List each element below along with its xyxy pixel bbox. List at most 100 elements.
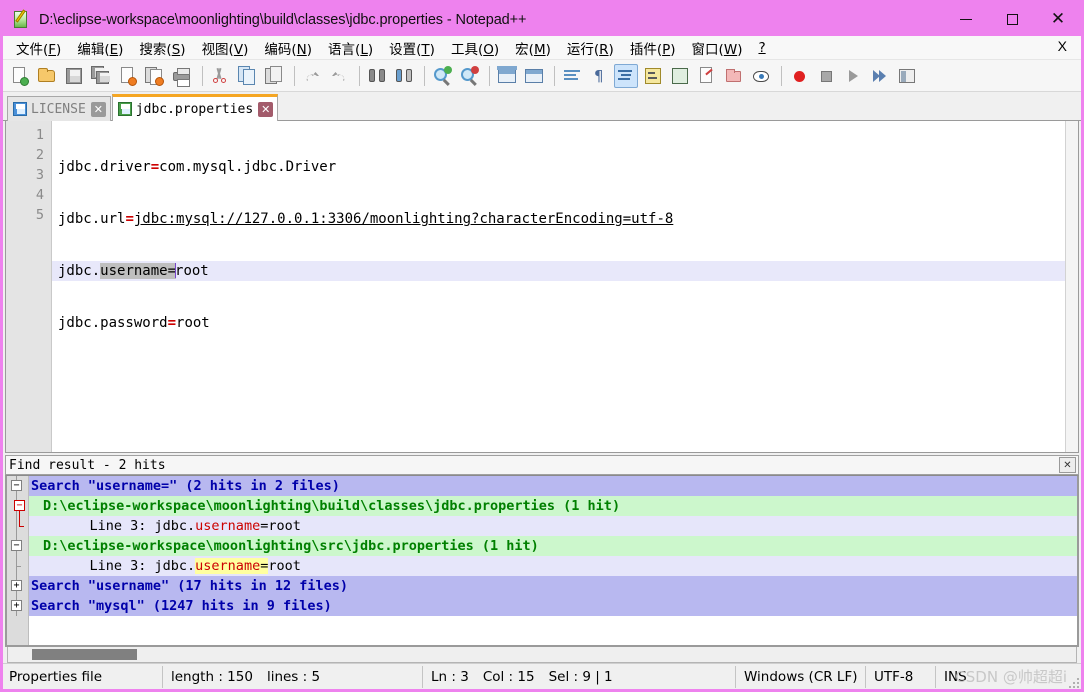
menu-language[interactable]: 语言(L) [321,36,380,60]
close-file-icon [118,66,138,86]
close-document-button[interactable]: X [1052,38,1073,54]
menu-plugins[interactable]: 插件(P) [623,36,683,60]
editor-vertical-scrollbar[interactable] [1065,121,1078,452]
code-line-5[interactable] [52,365,1078,385]
menu-window[interactable]: 窗口(W) [685,36,750,60]
code-line-4[interactable]: jdbc.password=root [52,313,1078,333]
status-sel: Sel : 9 | 1 [548,668,613,685]
hit-suffix: root [268,518,301,534]
stop-macro-icon [816,66,836,86]
save-macro-button[interactable] [895,64,919,88]
monitoring-button[interactable] [749,64,773,88]
menu-help[interactable]: ? [751,38,772,58]
find-search-group[interactable]: Search "mysql" (1247 hits in 9 files) [29,596,1077,616]
user-define-dialog-icon [643,66,663,86]
menu-search[interactable]: 搜索(S) [132,36,192,60]
menu-file[interactable]: 文件(F) [9,36,68,60]
code-text-area[interactable]: jdbc.driver=com.mysql.jdbc.Driver jdbc.u… [52,121,1078,452]
run-macro-multiple-button[interactable] [868,64,892,88]
hit-suffix: root [268,558,301,574]
find-file-row[interactable]: D:\eclipse-workspace\moonlighting\build\… [29,496,1077,516]
find-search-group[interactable]: Search "username=" (2 hits in 2 files) [29,476,1077,496]
paste-button[interactable] [262,64,286,88]
copy-button[interactable] [235,64,259,88]
stop-macro-button[interactable] [814,64,838,88]
hit-match: username [195,558,261,574]
new-file-icon [10,66,30,86]
find-result-close-icon[interactable]: ✕ [1059,457,1076,473]
saved-file-icon [13,102,27,116]
save-macro-icon [897,66,917,86]
tab-close-icon[interactable]: ✕ [90,101,106,117]
find-search-group[interactable]: Search "username" (17 hits in 12 files) [29,576,1077,596]
menu-settings[interactable]: 设置(T) [382,36,442,60]
play-macro-button[interactable] [841,64,865,88]
close-button[interactable]: ✕ [1035,3,1081,36]
toolbar-separator [294,65,295,86]
toolbar-separator [489,65,490,86]
tab-close-icon[interactable]: ✕ [258,101,274,117]
zoom-in-button[interactable] [430,64,454,88]
status-eol[interactable]: Windows (CR LF) [736,665,866,688]
status-insert-mode[interactable]: INS [936,666,975,688]
menu-tools[interactable]: 工具(O) [444,36,506,60]
save-all-button[interactable] [89,64,113,88]
sync-vertical-scroll-button[interactable] [495,64,519,88]
find-result-horizontal-scrollbar[interactable] [7,647,1077,663]
print-button[interactable] [170,64,194,88]
collapse-node-file-2[interactable]: − [11,540,22,551]
document-map-button[interactable] [668,64,692,88]
status-language[interactable]: Properties file [3,665,163,688]
menu-edit[interactable]: 编辑(E) [70,36,130,60]
collapse-node-file-1[interactable]: − [14,500,25,511]
expand-node-search-2[interactable]: + [11,580,22,591]
scrollbar-thumb[interactable] [32,649,137,660]
close-all-files-icon [145,66,165,86]
replace-button[interactable] [392,64,416,88]
status-length: length : 150 [171,668,253,685]
zoom-out-icon [459,65,479,86]
code-line-3[interactable]: jdbc.username=root [52,261,1078,281]
menu-view[interactable]: 视图(V) [195,36,256,60]
close-file-button[interactable] [116,64,140,88]
tab-jdbc-properties[interactable]: jdbc.properties ✕ [111,94,279,121]
tab-license[interactable]: LICENSE ✕ [7,96,111,121]
find-button[interactable] [365,64,389,88]
word-wrap-button[interactable] [560,64,584,88]
expand-node-search-3[interactable]: + [11,600,22,611]
indent-guide-button[interactable] [614,63,638,88]
menu-encoding[interactable]: 编码(N) [257,36,319,60]
tree-connector [16,566,21,567]
open-file-button[interactable] [35,64,59,88]
redo-button[interactable] [327,64,351,88]
code-line-1[interactable]: jdbc.driver=com.mysql.jdbc.Driver [52,157,1078,177]
minimize-button[interactable] [943,3,989,36]
new-file-button[interactable] [8,64,32,88]
toolbar: ¶ [3,60,1081,92]
sync-horizontal-scroll-button[interactable] [522,64,546,88]
collapse-node-search-1[interactable]: − [11,480,22,491]
menu-run[interactable]: 运行(R) [560,36,621,60]
undo-button[interactable] [300,64,324,88]
find-hit-row[interactable]: Line 3: jdbc.username=root [29,556,1077,576]
status-encoding[interactable]: UTF-8 [866,665,936,688]
menu-macro[interactable]: 宏(M) [508,36,558,60]
save-button[interactable] [62,64,86,88]
function-list-button[interactable] [695,64,719,88]
close-all-files-button[interactable] [143,64,167,88]
user-define-dialog-button[interactable] [641,64,665,88]
find-hit-row[interactable]: Line 3: jdbc.username=root [29,516,1077,536]
maximize-button[interactable] [989,3,1035,36]
show-all-chars-button[interactable]: ¶ [587,64,611,88]
find-file-row[interactable]: D:\eclipse-workspace\moonlighting\src\jd… [29,536,1077,556]
resize-grip[interactable] [1067,676,1079,688]
record-macro-button[interactable] [787,64,811,88]
code-line-2[interactable]: jdbc.url=jdbc:mysql://127.0.0.1:3306/moo… [52,209,1078,229]
status-position: Ln : 3 Col : 15 Sel : 9 | 1 [423,665,736,688]
undo-icon [302,66,322,86]
sync-vertical-scroll-icon [497,66,517,86]
cut-button[interactable] [208,64,232,88]
folder-as-workspace-button[interactable] [722,64,746,88]
zoom-out-button[interactable] [457,64,481,88]
find-icon [367,66,387,86]
